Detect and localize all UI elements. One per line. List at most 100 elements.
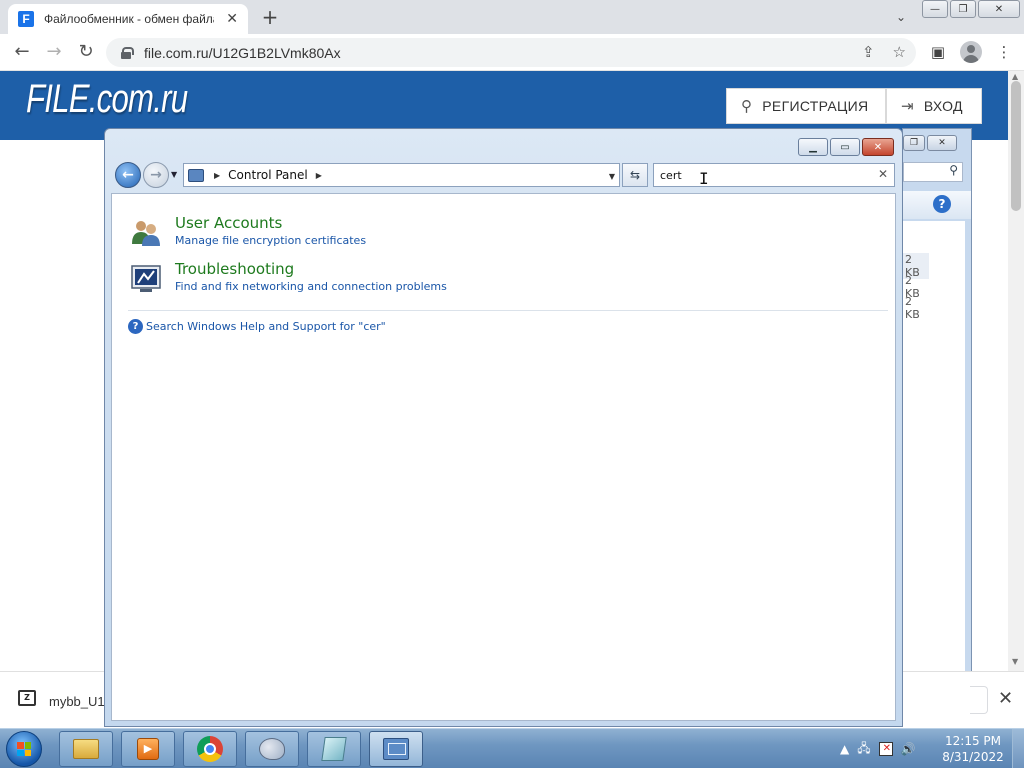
paint-icon bbox=[259, 738, 285, 760]
share-icon[interactable]: ⇪ bbox=[862, 43, 875, 61]
clear-search-icon[interactable]: ✕ bbox=[878, 167, 888, 181]
taskbar-sticky-notes[interactable] bbox=[307, 731, 361, 767]
cp-search-box[interactable]: ✕ bbox=[653, 163, 895, 187]
help-question-icon: ? bbox=[128, 319, 143, 334]
cp-window-controls: ▁ ▭ ✕ bbox=[798, 138, 894, 156]
results-divider bbox=[128, 310, 888, 311]
reload-icon[interactable]: ↻ bbox=[74, 40, 98, 64]
bg-file-list: 2 KB 2 KB 2 KB bbox=[903, 221, 965, 719]
windows-taskbar: ▶ ▲ 🖧 🔊 12:15 PM 8/31/2022 bbox=[0, 728, 1024, 768]
add-user-icon: ⚲ bbox=[741, 98, 753, 115]
site-favicon-icon: F bbox=[18, 11, 34, 27]
windows-explorer-icon bbox=[73, 739, 99, 759]
text-cursor-icon: I bbox=[699, 169, 709, 188]
troubleshooting-icon bbox=[131, 265, 161, 292]
scroll-thumb[interactable] bbox=[1011, 81, 1021, 211]
action-center-flag-icon[interactable] bbox=[878, 742, 893, 756]
breadcrumb-arrow-icon[interactable]: ▶ bbox=[214, 171, 220, 180]
taskbar-control-panel[interactable] bbox=[369, 731, 423, 767]
clock-date: 8/31/2022 bbox=[942, 750, 1004, 764]
control-panel-icon bbox=[383, 738, 409, 760]
browser-minimize-button[interactable]: — bbox=[922, 0, 948, 18]
result-troubleshooting[interactable]: Troubleshooting Find and fix networking … bbox=[130, 260, 530, 300]
clock-time: 12:15 PM bbox=[945, 734, 1001, 748]
show-desktop-button[interactable] bbox=[1012, 729, 1024, 768]
kebab-menu-icon[interactable]: ⋮ bbox=[994, 40, 1014, 64]
cp-maximize-button[interactable]: ▭ bbox=[830, 138, 860, 156]
bg-help-icon[interactable]: ? bbox=[933, 195, 951, 213]
page-scrollbar[interactable]: ▲ ▼ bbox=[1008, 71, 1024, 671]
lock-icon[interactable] bbox=[120, 46, 134, 59]
background-explorer-window[interactable]: ❐ ✕ ⚲ ? 2 KB 2 KB 2 KB bbox=[902, 128, 972, 723]
side-panel-icon[interactable]: ▣ bbox=[928, 40, 948, 64]
taskbar-explorer[interactable] bbox=[59, 731, 113, 767]
network-icon[interactable]: 🖧 bbox=[857, 739, 870, 760]
result-subtitle-link[interactable]: Manage file encryption certificates bbox=[175, 234, 366, 247]
breadcrumb-control-panel[interactable]: Control Panel bbox=[228, 168, 308, 182]
cp-back-button[interactable]: ← bbox=[115, 162, 141, 188]
url-text[interactable]: file.com.ru/U12G1B2LVmk80Ax bbox=[144, 45, 341, 61]
forward-arrow-icon[interactable]: → bbox=[42, 40, 66, 64]
register-button[interactable]: ⚲ РЕГИСТРАЦИЯ bbox=[726, 88, 886, 124]
windows-logo-icon bbox=[17, 742, 31, 756]
result-user-accounts[interactable]: User Accounts Manage file encryption cer… bbox=[130, 214, 530, 254]
recent-pages-dropdown-icon[interactable]: ▼ bbox=[171, 170, 177, 179]
taskbar-clock[interactable]: 12:15 PM 8/31/2022 bbox=[940, 733, 1006, 765]
show-all-downloads-button[interactable] bbox=[970, 686, 988, 714]
bg-maximize-button[interactable]: ❐ bbox=[903, 135, 925, 151]
download-file-name[interactable]: mybb_U1 bbox=[49, 694, 105, 709]
taskbar-paint[interactable] bbox=[245, 731, 299, 767]
file-size: 2 KB bbox=[905, 295, 920, 321]
cp-close-button[interactable]: ✕ bbox=[862, 138, 894, 156]
result-subtitle-link[interactable]: Find and fix networking and connection p… bbox=[175, 280, 447, 293]
chrome-icon bbox=[197, 736, 223, 762]
control-panel-icon bbox=[188, 168, 204, 182]
close-downloads-icon[interactable]: ✕ bbox=[998, 688, 1013, 709]
toolbar-right: ▣ ⋮ bbox=[928, 40, 1014, 64]
tab-close-icon[interactable]: ✕ bbox=[226, 12, 238, 26]
profile-avatar-icon[interactable] bbox=[960, 41, 982, 63]
taskbar-media-center[interactable]: ▶ bbox=[121, 731, 175, 767]
help-link-text[interactable]: Search Windows Help and Support for "cer… bbox=[146, 320, 386, 333]
browser-tab-strip: F Файлообменник - обмен файлами ✕ + ⌄ — … bbox=[0, 0, 1024, 34]
scroll-down-icon[interactable]: ▼ bbox=[1012, 657, 1018, 666]
show-hidden-icons-icon[interactable]: ▲ bbox=[840, 742, 849, 756]
cp-forward-button[interactable]: → bbox=[143, 162, 169, 188]
new-tab-button[interactable]: + bbox=[258, 6, 282, 28]
tab-search-chevron-icon[interactable]: ⌄ bbox=[896, 10, 906, 24]
cp-minimize-button[interactable]: ▁ bbox=[798, 138, 828, 156]
address-dropdown-icon[interactable]: ▼ bbox=[609, 172, 615, 181]
browser-toolbar: ← → ↻ file.com.ru/U12G1B2LVmk80Ax ⇪ ☆ ▣ … bbox=[0, 34, 1024, 71]
bookmark-star-icon[interactable]: ☆ bbox=[893, 43, 906, 61]
login-icon: ⇥ bbox=[901, 98, 914, 115]
login-button[interactable]: ⇥ ВХОД bbox=[886, 88, 982, 124]
address-bar[interactable]: file.com.ru/U12G1B2LVmk80Ax ⇪ ☆ bbox=[106, 38, 916, 67]
back-arrow-icon[interactable]: ← bbox=[10, 40, 34, 64]
sticky-notes-icon bbox=[321, 737, 347, 761]
result-title[interactable]: Troubleshooting bbox=[175, 260, 294, 278]
browser-tab[interactable]: F Файлообменник - обмен файлами ✕ bbox=[8, 4, 248, 34]
login-label: ВХОД bbox=[923, 98, 963, 114]
bg-search-icon[interactable]: ⚲ bbox=[903, 162, 963, 182]
taskbar-chrome[interactable] bbox=[183, 731, 237, 767]
cp-refresh-button[interactable]: ⇆ bbox=[622, 163, 648, 187]
scroll-up-icon[interactable]: ▲ bbox=[1012, 72, 1018, 81]
bg-window-controls: ❐ ✕ bbox=[903, 135, 957, 151]
browser-close-button[interactable]: ✕ bbox=[978, 0, 1020, 18]
bg-toolbar: ? bbox=[903, 191, 971, 219]
search-results-pane: User Accounts Manage file encryption cer… bbox=[111, 193, 896, 721]
volume-icon[interactable]: 🔊 bbox=[901, 742, 916, 756]
zip-file-icon[interactable]: Z bbox=[18, 690, 36, 706]
bg-close-button[interactable]: ✕ bbox=[927, 135, 957, 151]
result-title[interactable]: User Accounts bbox=[175, 214, 282, 232]
cp-search-input[interactable] bbox=[660, 168, 860, 182]
browser-maximize-button[interactable]: ❐ bbox=[950, 0, 976, 18]
browser-window-controls: — ❐ ✕ bbox=[922, 0, 1020, 18]
start-button[interactable] bbox=[6, 731, 42, 767]
breadcrumb-arrow-icon[interactable]: ▶ bbox=[316, 171, 322, 180]
cp-address-bar[interactable]: ▶ Control Panel ▶ ▼ bbox=[183, 163, 620, 187]
control-panel-window: ▁ ▭ ✕ ← → ▼ ▶ Control Panel ▶ ▼ ⇆ ✕ I Us… bbox=[104, 128, 903, 727]
site-logo[interactable]: FILE.com.ru bbox=[26, 77, 188, 122]
omnibox-actions: ⇪ ☆ bbox=[862, 43, 906, 61]
windows-help-search-link[interactable]: ? Search Windows Help and Support for "c… bbox=[128, 319, 386, 334]
